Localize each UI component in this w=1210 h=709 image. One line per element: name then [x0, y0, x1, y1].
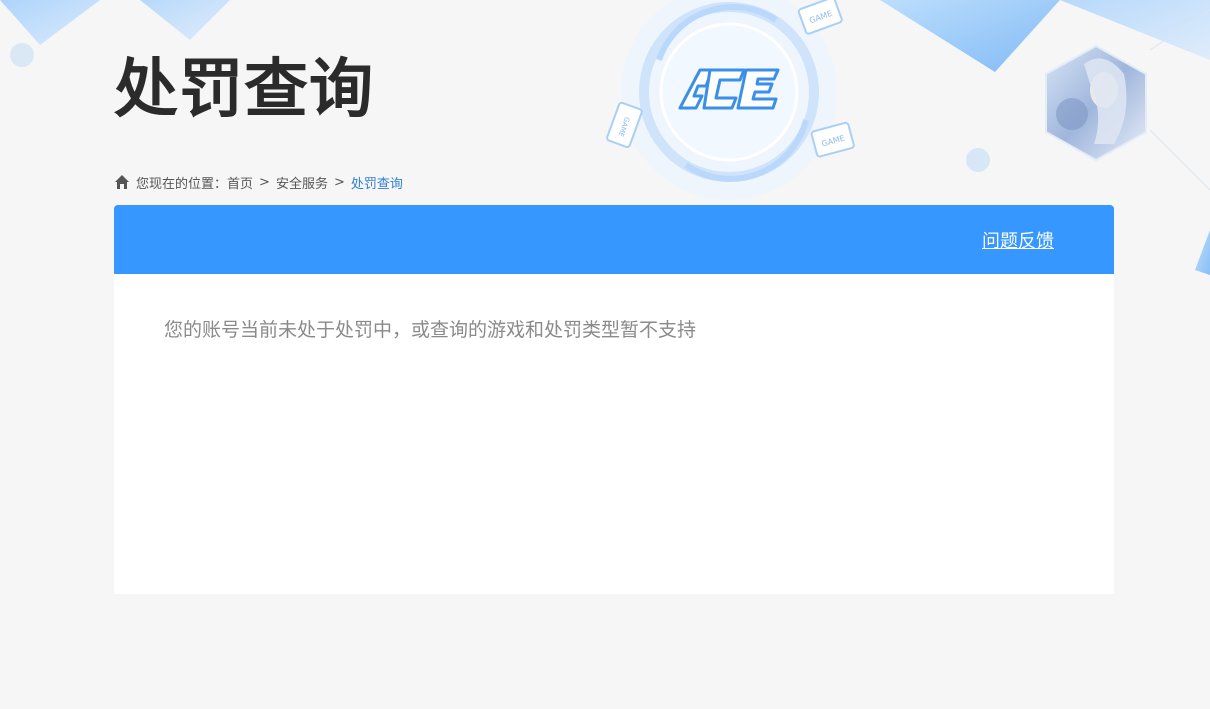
ace-logo: GAME GAME GAME [606, 0, 855, 200]
breadcrumb: 您现在的位置： 首页 > 安全服务 > 处罚查询 [114, 172, 403, 192]
breadcrumb-security-link[interactable]: 安全服务 [276, 173, 328, 192]
breadcrumb-prefix: 您现在的位置： [136, 176, 228, 192]
panel-header: 问题反馈 [114, 205, 1114, 274]
breadcrumb-home-link[interactable]: 首页 [227, 173, 253, 192]
breadcrumb-separator: > [259, 174, 270, 190]
avatar [1045, 44, 1147, 162]
result-panel: 问题反馈 您的账号当前未处于处罚中，或查询的游戏和处罚类型暂不支持 [114, 205, 1114, 594]
home-icon [115, 175, 129, 189]
breadcrumb-current: 处罚查询 [350, 176, 403, 192]
feedback-link[interactable]: 问题反馈 [982, 227, 1054, 253]
breadcrumb-separator: > [333, 174, 345, 190]
page-title: 处罚查询 [114, 53, 374, 127]
status-message: 您的账号当前未处于处罚中，或查询的游戏和处罚类型暂不支持 [164, 319, 697, 341]
page-root: 处罚查询 GAME GAME GAME 您现在的位置： 首页 > 安全服务 > … [0, 0, 1210, 709]
panel-body: 您的账号当前未处于处罚中，或查询的游戏和处罚类型暂不支持 [114, 274, 1114, 386]
